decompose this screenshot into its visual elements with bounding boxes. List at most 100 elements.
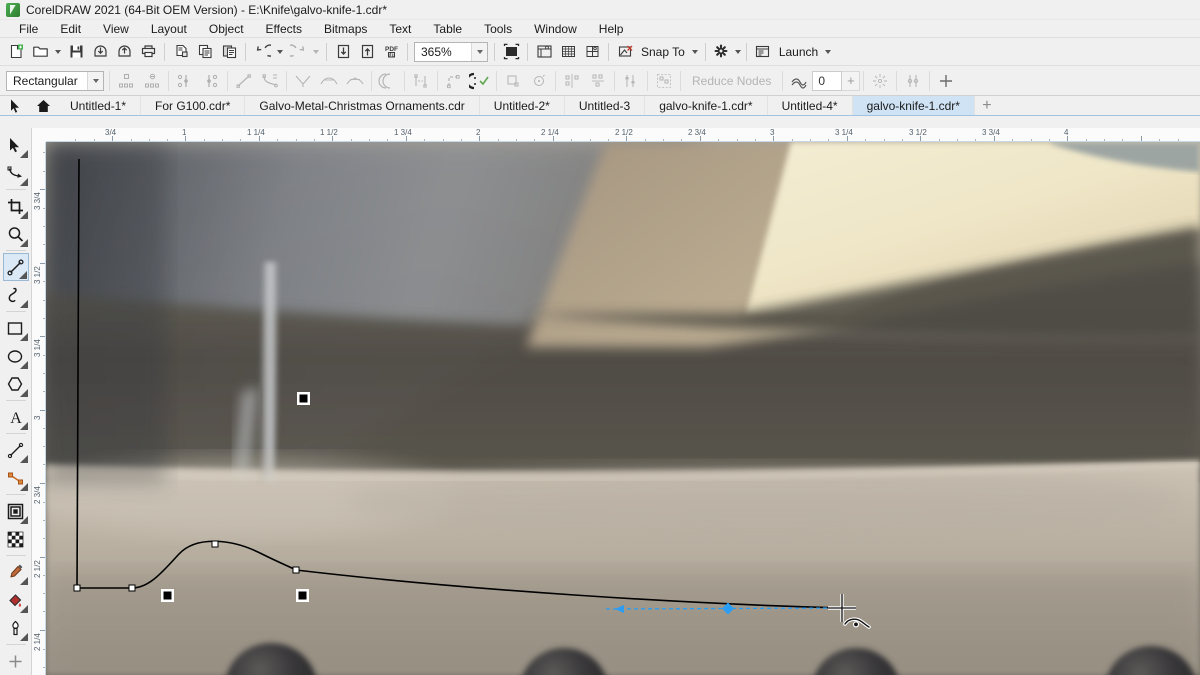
- doc-tab-untitled-3[interactable]: Untitled-3: [565, 96, 645, 115]
- zoom-level-dropdown-arrow[interactable]: [471, 43, 487, 61]
- reverse-direction-button[interactable]: [375, 68, 401, 94]
- launch-label[interactable]: Launch: [775, 45, 822, 59]
- delete-node-button[interactable]: [139, 68, 165, 94]
- curve-smoothness-input[interactable]: 0: [812, 71, 842, 91]
- doc-tab-galvo-metal-christmas-ornaments[interactable]: Galvo-Metal-Christmas Ornaments.cdr: [245, 96, 479, 115]
- close-curve-button[interactable]: [467, 68, 493, 94]
- curve-smoothness-spinner[interactable]: +: [842, 71, 860, 91]
- straight-line-connector-tool-flyout-arrow[interactable]: [20, 483, 28, 491]
- paste-button[interactable]: [217, 40, 241, 64]
- doc-tab-untitled-1[interactable]: Untitled-1*: [56, 96, 141, 115]
- save-button[interactable]: [64, 40, 88, 64]
- snap-to-dropdown-caret[interactable]: [689, 40, 701, 64]
- color-eyedropper-tool[interactable]: [3, 558, 29, 586]
- smart-fill-tool-flyout-arrow[interactable]: [20, 633, 28, 641]
- polygon-tool[interactable]: [3, 370, 29, 398]
- full-screen-preview-button[interactable]: [499, 40, 523, 64]
- drawing-canvas[interactable]: [46, 142, 1200, 675]
- crop-tool-flyout-arrow[interactable]: [20, 211, 28, 219]
- transparency-tool[interactable]: [3, 525, 29, 553]
- show-guides-button[interactable]: [580, 40, 604, 64]
- select-all-nodes-button[interactable]: [651, 68, 677, 94]
- menu-effects[interactable]: Effects: [255, 20, 313, 38]
- doc-tab-untitled-2[interactable]: Untitled-2*: [480, 96, 565, 115]
- options-dropdown-caret[interactable]: [734, 40, 742, 64]
- launch-icon[interactable]: [751, 40, 775, 64]
- color-eyedropper-tool-flyout-arrow[interactable]: [20, 577, 28, 585]
- drop-shadow-tool[interactable]: [3, 497, 29, 525]
- extend-curve-to-close-button[interactable]: [408, 68, 434, 94]
- parallel-dimension-tool[interactable]: [3, 436, 29, 464]
- text-tool[interactable]: A: [3, 403, 29, 431]
- artistic-media-tool[interactable]: [3, 281, 29, 309]
- make-node-symmetrical-button[interactable]: [342, 68, 368, 94]
- menu-text[interactable]: Text: [378, 20, 422, 38]
- customize-toolbox-button[interactable]: [3, 647, 29, 675]
- stretch-scale-nodes-button[interactable]: [500, 68, 526, 94]
- horizontal-ruler[interactable]: 3/4 1 1 1/4 1 1/2 1 3/4 2 2 1/4 2 1/2 2 …: [32, 128, 1200, 142]
- redo-button[interactable]: [286, 40, 310, 64]
- break-curve-button[interactable]: [198, 68, 224, 94]
- rectangle-tool[interactable]: [3, 314, 29, 342]
- zoom-tool[interactable]: [3, 220, 29, 248]
- show-grid-button[interactable]: [556, 40, 580, 64]
- rotate-skew-nodes-button[interactable]: [526, 68, 552, 94]
- doc-tab-untitled-4[interactable]: Untitled-4*: [768, 96, 853, 115]
- vertical-ruler[interactable]: 3 3/4 3 1/2 3 1/4 3 2 3/4 2 1/2 2 1/4: [32, 142, 46, 675]
- import-button[interactable]: [88, 40, 112, 64]
- import-file-button[interactable]: [331, 40, 355, 64]
- convert-to-line-button[interactable]: [231, 68, 257, 94]
- make-node-smooth-button[interactable]: [316, 68, 342, 94]
- elastic-mode-button[interactable]: [867, 68, 893, 94]
- menu-help[interactable]: Help: [588, 20, 635, 38]
- snap-off-button[interactable]: [613, 40, 637, 64]
- export-file-button[interactable]: [355, 40, 379, 64]
- options-gear-icon[interactable]: [710, 40, 734, 64]
- menu-view[interactable]: View: [92, 20, 140, 38]
- pick-tool-flyout-arrow[interactable]: [20, 150, 28, 158]
- drop-shadow-tool-flyout-arrow[interactable]: [20, 516, 28, 524]
- publish-to-pdf-button[interactable]: PDF: [379, 40, 403, 64]
- make-node-cusp-button[interactable]: [290, 68, 316, 94]
- menu-file[interactable]: File: [8, 20, 49, 38]
- cut-button[interactable]: [169, 40, 193, 64]
- straight-line-connector-tool[interactable]: [3, 464, 29, 492]
- polygon-tool-flyout-arrow[interactable]: [20, 389, 28, 397]
- align-nodes-button[interactable]: [618, 68, 644, 94]
- smart-fill-tool[interactable]: [3, 614, 29, 642]
- add-node-button[interactable]: [113, 68, 139, 94]
- menu-tools[interactable]: Tools: [473, 20, 523, 38]
- freehand-tool[interactable]: [3, 253, 29, 281]
- copy-button[interactable]: [193, 40, 217, 64]
- text-tool-flyout-arrow[interactable]: [20, 422, 28, 430]
- ellipse-tool[interactable]: [3, 342, 29, 370]
- freehand-tool-flyout-arrow[interactable]: [19, 271, 27, 279]
- shape-tool-flyout-arrow[interactable]: [20, 178, 28, 186]
- redo-dropdown-caret[interactable]: [310, 40, 322, 64]
- crop-tool[interactable]: [3, 192, 29, 220]
- menu-window[interactable]: Window: [523, 20, 588, 38]
- artistic-media-tool-flyout-arrow[interactable]: [20, 300, 28, 308]
- new-document-button[interactable]: [4, 40, 28, 64]
- node-tracking-button[interactable]: [900, 68, 926, 94]
- doc-tab-galvo-knife-1[interactable]: galvo-knife-1.cdr*: [645, 96, 767, 115]
- open-document-button[interactable]: [28, 40, 52, 64]
- menu-bitmaps[interactable]: Bitmaps: [313, 20, 378, 38]
- ellipse-tool-flyout-arrow[interactable]: [20, 361, 28, 369]
- home-tab-button[interactable]: [30, 96, 56, 115]
- node-selection-mode-combo[interactable]: Rectangular: [6, 71, 104, 91]
- extract-subpath-button[interactable]: [441, 68, 467, 94]
- menu-object[interactable]: Object: [198, 20, 255, 38]
- zoom-level-combo[interactable]: 365%: [414, 42, 488, 62]
- open-dropdown-caret[interactable]: [52, 40, 64, 64]
- menu-layout[interactable]: Layout: [140, 20, 198, 38]
- parallel-dimension-tool-flyout-arrow[interactable]: [20, 455, 28, 463]
- launch-dropdown-caret[interactable]: [822, 40, 834, 64]
- interactive-fill-tool[interactable]: [3, 586, 29, 614]
- show-rulers-button[interactable]: [532, 40, 556, 64]
- reflect-nodes-horizontally-button[interactable]: [559, 68, 585, 94]
- print-button[interactable]: [136, 40, 160, 64]
- pick-tool[interactable]: [3, 131, 29, 159]
- snap-to-label[interactable]: Snap To: [637, 45, 689, 59]
- ruler-origin-corner[interactable]: [32, 128, 46, 142]
